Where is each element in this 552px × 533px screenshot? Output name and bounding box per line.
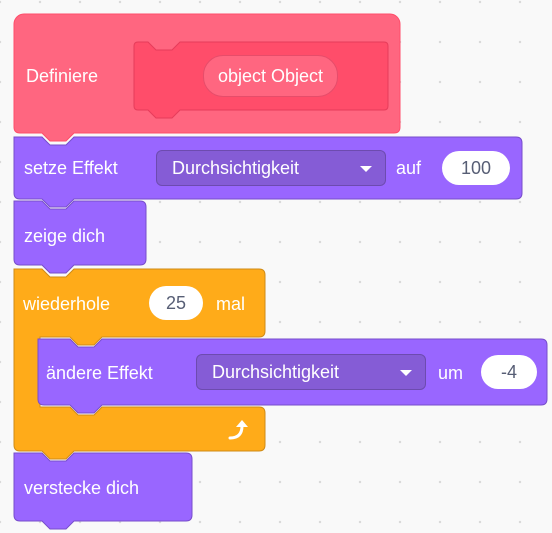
change-effect-label: ändere Effekt — [46, 363, 153, 383]
change-effect-dropdown-value: Durchsichtigkeit — [212, 362, 340, 382]
define-label: Definiere — [26, 66, 99, 86]
show-label: zeige dich — [24, 226, 106, 246]
caret-down-icon — [360, 166, 372, 172]
define-argument-reporter[interactable]: object Object — [203, 55, 339, 97]
change-effect-value-input[interactable]: -4 — [481, 355, 537, 389]
set-effect-to-label: auf — [396, 158, 422, 178]
change-effect-by-label: um — [438, 363, 464, 383]
caret-down-icon — [400, 370, 412, 376]
repeat-count-input[interactable]: 25 — [149, 286, 203, 320]
repeat-times-label: mal — [216, 294, 246, 314]
set-effect-dropdown-value: Durchsichtigkeit — [172, 158, 300, 178]
hide-label: verstecke dich — [24, 478, 140, 498]
set-effect-label: setze Effekt — [24, 158, 118, 178]
change-effect-dropdown[interactable]: Durchsichtigkeit — [196, 354, 426, 390]
set-effect-value-input[interactable]: 100 — [442, 151, 510, 185]
loop-arrow-icon — [228, 420, 248, 440]
repeat-label: wiederhole — [23, 294, 111, 314]
set-effect-dropdown[interactable]: Durchsichtigkeit — [156, 150, 386, 186]
